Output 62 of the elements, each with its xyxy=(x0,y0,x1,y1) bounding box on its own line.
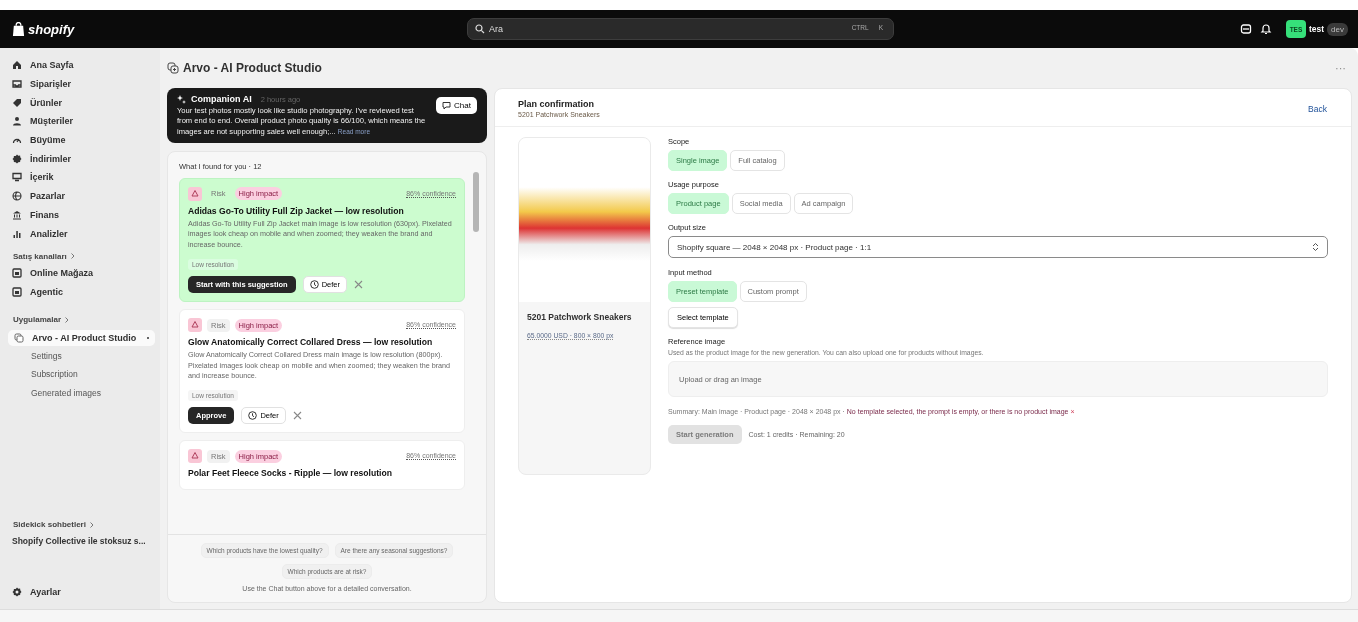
nav-item[interactable]: Agentic xyxy=(30,286,63,297)
suggestion-card[interactable] xyxy=(179,177,465,303)
nav-subitem[interactable]: Settings xyxy=(12,346,154,365)
settings-icon xyxy=(12,586,22,597)
app-icon xyxy=(167,62,179,74)
suggestion-title: Polar Feet Fleece Socks - Ripple — low resolution xyxy=(188,468,393,479)
product-name: 5201 Patchwork Sneakers xyxy=(527,312,633,322)
home-icon xyxy=(12,60,22,71)
nav-item[interactable]: İçerik xyxy=(30,172,54,183)
clock-icon xyxy=(309,280,319,290)
globe-icon xyxy=(12,191,22,202)
page-title: Arvo - AI Product Studio xyxy=(183,61,322,75)
nav-item[interactable]: Analizler xyxy=(30,228,68,239)
nav-item[interactable]: Büyüme xyxy=(30,135,66,146)
chevron-right-icon[interactable] xyxy=(89,521,94,528)
bank-icon xyxy=(12,209,22,220)
nav-item[interactable]: Finans xyxy=(30,209,59,220)
section-heading[interactable]: Uygulamalar xyxy=(13,315,62,325)
inbox-icon xyxy=(12,79,22,90)
close-icon[interactable] xyxy=(354,280,363,290)
back-link[interactable]: Back xyxy=(1308,103,1327,114)
output-size-select[interactable]: Shopify square — 2048 × 2048 px · Product page · 1:1 xyxy=(668,236,1328,258)
suggestion-card[interactable] xyxy=(179,309,465,434)
sparkle-icon xyxy=(177,94,186,104)
card-title: Plan confirmation xyxy=(518,99,595,109)
chat-bubble-icon xyxy=(442,101,452,110)
user-name: test xyxy=(1308,24,1325,34)
logo-wordmark[interactable]: shopify xyxy=(28,21,75,37)
close-icon[interactable] xyxy=(292,411,302,421)
nav-item[interactable]: Ürünler xyxy=(30,97,62,108)
nav-item[interactable]: Ana Sayfa xyxy=(30,60,74,71)
tag-icon xyxy=(12,97,22,108)
nav-item[interactable]: Siparişler xyxy=(30,79,72,90)
app-nav-item[interactable]: Arvo - AI Product Studio xyxy=(8,330,155,347)
section-heading[interactable]: Sidekick sohbetleri xyxy=(13,520,86,530)
search-icon xyxy=(475,24,485,34)
companion-title: Companion AI xyxy=(191,94,252,104)
chat-button[interactable]: Chat xyxy=(436,97,477,114)
shopping-bag-icon xyxy=(12,21,25,37)
nav-item[interactable]: İndirimler xyxy=(30,153,71,164)
bell-icon[interactable] xyxy=(1259,23,1272,35)
store-badge: dev xyxy=(1327,22,1348,36)
nav-subitem[interactable]: Subscription xyxy=(12,364,154,384)
clock-icon xyxy=(248,411,258,421)
warning-icon xyxy=(188,186,202,201)
nav-item[interactable]: Online Mağaza xyxy=(30,268,93,279)
suggestion-title: Adidas Go-To Utility Full Zip Jacket — low resolution xyxy=(188,205,405,216)
chevron-right-icon[interactable] xyxy=(70,253,75,260)
warning-icon xyxy=(188,449,202,464)
bar-chart-icon xyxy=(12,228,22,239)
nav-item[interactable]: Ayarlar xyxy=(30,586,61,597)
conversation-item[interactable]: Shopify Collective ile stoksuz s... xyxy=(12,536,154,547)
nav-item[interactable]: Müşteriler xyxy=(30,116,73,127)
app-icon xyxy=(14,333,24,344)
nav-item[interactable]: Pazarlar xyxy=(30,191,66,202)
suggestion-title: Glow Anatomically Correct Collared Dress — low resolution xyxy=(188,337,434,348)
person-icon xyxy=(12,116,22,127)
nav-subitem[interactable]: Generated images xyxy=(12,383,154,402)
section-heading[interactable]: Satış kanalları xyxy=(13,251,67,261)
warning-icon xyxy=(188,318,202,333)
chevron-up-down-icon xyxy=(1312,242,1319,252)
chevron-right-icon[interactable] xyxy=(65,316,70,323)
